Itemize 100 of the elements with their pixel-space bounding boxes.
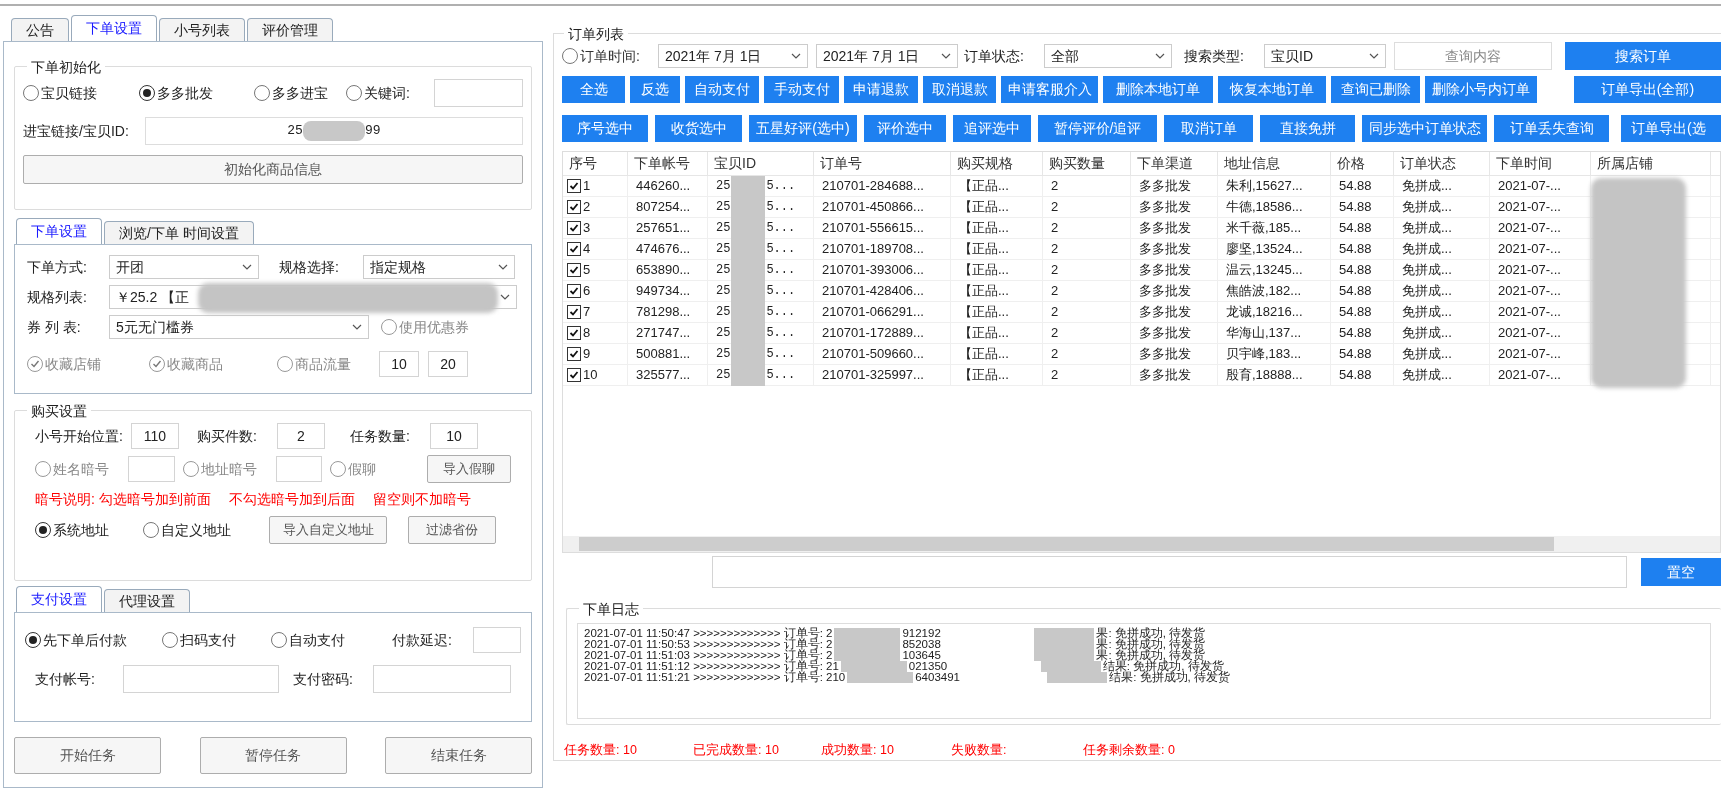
log-text: 6403491 xyxy=(914,671,961,683)
action-button[interactable]: 查询已删除 xyxy=(1331,76,1420,104)
dropdown[interactable]: 指定规格 xyxy=(363,255,515,279)
action-button[interactable]: 恢复本地订单 xyxy=(1218,76,1326,104)
search-button[interactable]: 搜索订单 xyxy=(1565,42,1721,70)
checkbox[interactable] xyxy=(567,284,581,299)
tab[interactable]: 公告 xyxy=(11,18,69,41)
radio-button[interactable] xyxy=(138,85,155,101)
checkbox[interactable] xyxy=(567,305,581,320)
input-field[interactable] xyxy=(473,627,521,653)
action-button[interactable]: 直接免拼 xyxy=(1260,115,1355,143)
input-field[interactable] xyxy=(712,556,1627,589)
action-button[interactable]: 自动支付 xyxy=(685,76,759,104)
dropdown[interactable]: 开团 xyxy=(109,255,259,279)
radio-button[interactable] xyxy=(346,85,362,101)
action-button[interactable]: 五星好评(选中) xyxy=(749,115,857,143)
blurred-area xyxy=(834,627,901,639)
input-field[interactable] xyxy=(373,665,511,693)
action-button[interactable]: 评价选中 xyxy=(864,115,946,143)
checkbox[interactable] xyxy=(567,200,581,215)
dropdown[interactable]: 宝贝ID xyxy=(1264,44,1386,68)
input-field[interactable] xyxy=(275,456,323,482)
dropdown[interactable]: 2021年 7月 1日 xyxy=(816,44,958,68)
action-button[interactable]: 取消订单 xyxy=(1164,115,1253,143)
option-label[interactable]: 自动支付 xyxy=(288,629,345,651)
input-field[interactable]: 110 xyxy=(131,423,179,449)
input-field[interactable] xyxy=(123,665,279,693)
action-button[interactable]: 删除本地订单 xyxy=(1103,76,1213,104)
dropdown[interactable]: 2021年 7月 1日 xyxy=(658,44,808,68)
tab[interactable]: 评价管理 xyxy=(247,18,333,41)
button[interactable]: 暂停任务 xyxy=(199,737,347,774)
option-label[interactable]: 关键词: xyxy=(364,82,410,104)
option-label[interactable]: 宝贝链接 xyxy=(41,82,97,104)
table-cell: 米千薇,185... xyxy=(1218,218,1331,239)
input-field[interactable] xyxy=(434,79,523,107)
option-label[interactable]: 订单时间: xyxy=(580,45,640,67)
action-button[interactable]: 反选 xyxy=(630,76,680,104)
checkbox[interactable] xyxy=(567,179,581,194)
action-button[interactable]: 申请客服介入 xyxy=(1001,76,1098,104)
tab[interactable]: 下单设置 xyxy=(16,218,102,244)
input-field[interactable]: 25 99 xyxy=(144,117,523,145)
table-cell: 【正品... xyxy=(951,365,1043,386)
button[interactable]: 开始任务 xyxy=(14,737,161,774)
column-header: 下单帐号 xyxy=(628,152,708,176)
checkbox[interactable] xyxy=(567,242,581,257)
table-cell: 2 xyxy=(1043,281,1131,302)
input-field[interactable]: 10 xyxy=(379,351,419,377)
input-field[interactable]: 20 xyxy=(428,351,468,377)
export-button[interactable]: 订单导出(选 xyxy=(1621,115,1721,143)
action-button[interactable]: 收货选中 xyxy=(655,115,742,143)
action-button[interactable]: 序号选中 xyxy=(562,115,648,143)
action-button[interactable]: 全选 xyxy=(562,76,625,104)
button[interactable]: 过滤省份 xyxy=(408,516,496,544)
scrollbar[interactable] xyxy=(563,535,1720,552)
export-button[interactable]: 订单导出(全部) xyxy=(1574,76,1721,104)
action-button[interactable]: 暂停评价/追评 xyxy=(1038,115,1157,143)
table-cell: 500881... xyxy=(628,344,708,365)
checkbox[interactable] xyxy=(567,221,581,236)
action-button[interactable]: 手动支付 xyxy=(764,76,839,104)
action-button[interactable]: 订单丢失查询 xyxy=(1494,115,1609,143)
action-button[interactable]: 追评选中 xyxy=(953,115,1031,143)
option-label[interactable]: 多多进宝 xyxy=(271,82,328,104)
radio-button[interactable] xyxy=(25,632,41,648)
option-label[interactable]: 多多批发 xyxy=(156,82,213,104)
button[interactable]: 导入自定义地址 xyxy=(269,516,387,544)
option-label[interactable]: 系统地址 xyxy=(53,519,109,541)
checkbox[interactable] xyxy=(567,368,581,383)
radio-button[interactable] xyxy=(143,522,159,538)
tab[interactable]: 支付设置 xyxy=(16,586,102,612)
input-field[interactable]: 10 xyxy=(430,423,478,449)
action-button[interactable]: 同步选中订单状态 xyxy=(1362,115,1487,143)
radio-button[interactable] xyxy=(161,632,178,648)
tab[interactable]: 代理设置 xyxy=(104,589,190,612)
action-button[interactable]: 申请退款 xyxy=(844,76,918,104)
search-field[interactable]: 查询内容 xyxy=(1394,42,1552,70)
clear-button[interactable]: 置空 xyxy=(1641,558,1721,587)
input-field[interactable] xyxy=(128,456,175,482)
radio-button[interactable] xyxy=(35,522,51,538)
tab[interactable]: 浏览/下单 时间设置 xyxy=(104,221,254,244)
option-label[interactable]: 扫码支付 xyxy=(179,629,236,651)
checkbox[interactable] xyxy=(567,347,581,362)
radio-button[interactable] xyxy=(23,85,39,101)
tab[interactable]: 小号列表 xyxy=(159,18,245,41)
button[interactable]: 初始化商品信息 xyxy=(23,155,523,184)
dropdown[interactable]: 全部 xyxy=(1044,44,1172,68)
radio-button[interactable] xyxy=(253,85,270,101)
option-label[interactable]: 自定义地址 xyxy=(161,519,231,541)
input-field[interactable]: 2 xyxy=(277,423,325,449)
button[interactable]: 导入假聊 xyxy=(427,455,511,483)
button[interactable]: 结束任务 xyxy=(385,737,532,774)
tab[interactable]: 下单设置 xyxy=(71,15,157,41)
dropdown[interactable]: 5元无门槛券 xyxy=(109,315,369,339)
checkbox[interactable] xyxy=(567,326,581,341)
radio-button[interactable] xyxy=(270,632,287,648)
table-cell: 2 xyxy=(1043,302,1131,323)
checkbox[interactable] xyxy=(567,263,581,278)
action-button[interactable]: 删除小号内订单 xyxy=(1425,76,1537,104)
action-button[interactable]: 取消退款 xyxy=(923,76,996,104)
radio-button[interactable] xyxy=(562,48,578,64)
option-label[interactable]: 先下单后付款 xyxy=(43,629,127,651)
